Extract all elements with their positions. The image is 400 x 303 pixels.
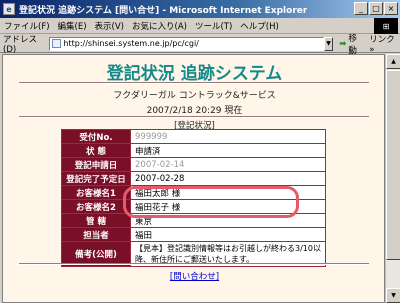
current-datetime: 2007/2/18 20:29 現在 [146,106,243,116]
links-button[interactable]: リンク » [369,33,400,55]
table-row: 状 態 申請済 [62,144,325,157]
table-row: 登記完了予定日 2007-02-28 [62,172,325,185]
table-row: お客様名1 福田太郎 様 [62,186,325,199]
page-title: 登記状況 追跡システム [106,64,283,84]
inquiry-link[interactable]: [問い合わせ] [170,272,219,282]
row-label: 登記申請日 [62,158,130,171]
vertical-scrollbar[interactable]: ▲ ▼ [385,54,400,303]
application-date: 2007-02-14 [131,158,325,171]
table-row: 管 轄 東京 [62,214,325,227]
row-label: 担当者 [62,228,130,241]
menu-help[interactable]: ヘルプ(H) [240,20,279,32]
divider-bottom [19,263,369,265]
receipt-number: 999999 [131,130,325,143]
row-label: お客様名1 [62,186,130,199]
maximize-button[interactable]: □ [369,2,383,15]
staff-name: 福田 [131,228,325,241]
go-label: 移動 [348,33,357,56]
address-input[interactable]: http://shinsei.system.ne.jp/pc/cgi/ [49,36,324,51]
table-row: 登記申請日 2007-02-14 [62,158,325,171]
menu-file[interactable]: ファイル(F) [4,20,50,32]
scroll-down-icon[interactable]: ▼ [386,288,400,303]
page-content: 登記状況 追跡システム フクダリーガル コントラック&サービス 2007/2/1… [2,54,385,303]
row-label: 受付No. [62,130,130,143]
jurisdiction: 東京 [131,214,325,227]
window-title: 登記状況 追跡システム [問い合せ] - Microsoft Internet … [19,5,308,16]
address-bar: アドレス(D) http://shinsei.system.ne.jp/pc/c… [0,32,400,56]
row-label: 管 轄 [62,214,130,227]
row-label: 登記完了予定日 [62,172,130,185]
table-row: お客様名2 福田花子 様 [62,200,325,213]
go-arrow-icon: ➡ [339,38,347,49]
row-label: お客様名2 [62,200,130,213]
address-url: http://shinsei.system.ne.jp/pc/cgi/ [63,39,199,48]
status-value: 申請済 [131,144,325,157]
scroll-up-icon[interactable]: ▲ [386,54,400,69]
customer-name-1: 福田太郎 様 [131,186,325,199]
menu-tools[interactable]: ツール(T) [195,20,232,32]
scroll-thumb[interactable] [386,70,400,260]
completion-date: 2007-02-28 [131,172,325,185]
registration-status-table: 受付No. 999999 状 態 申請済 登記申請日 2007-02-14 登記… [61,129,326,267]
address-dropdown-icon[interactable]: ▼ [323,36,334,51]
row-label: 状 態 [62,144,130,157]
go-button[interactable]: ➡ 移動 [339,32,363,56]
menu-favorites[interactable]: お気に入り(A) [132,20,187,32]
divider-top [19,82,369,84]
table-row: 受付No. 999999 [62,130,325,143]
table-row: 担当者 福田 [62,228,325,241]
menu-edit[interactable]: 編集(E) [58,20,87,32]
page-icon [52,39,62,48]
menu-view[interactable]: 表示(V) [95,20,124,32]
minimize-button[interactable]: _ [354,2,368,15]
divider-mid [19,116,369,118]
company-name: フクダリーガル コントラック&サービス [113,91,276,101]
address-label: アドレス(D) [3,34,38,55]
customer-name-2: 福田花子 様 [131,200,325,213]
close-button[interactable]: × [384,2,398,15]
window-title-bar[interactable]: e 登記状況 追跡システム [問い合せ] - Microsoft Interne… [0,0,400,18]
ie-app-icon: e [3,3,15,15]
